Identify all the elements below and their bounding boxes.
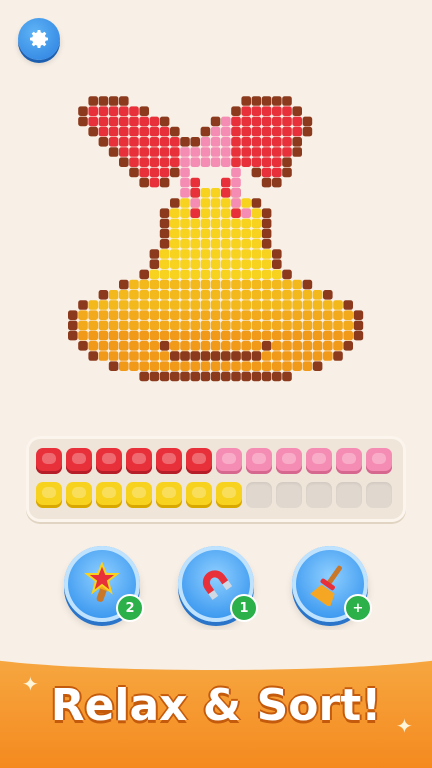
tray-row-top — [36, 448, 392, 474]
red-bead[interactable] — [186, 448, 212, 474]
pink-bead[interactable] — [306, 448, 332, 474]
tray-row-bottom — [36, 482, 392, 508]
yellow-bead[interactable] — [186, 482, 212, 508]
magic-wand-icon — [84, 562, 120, 602]
empty-slot[interactable] — [336, 482, 362, 508]
yellow-bead[interactable] — [96, 482, 122, 508]
pixel-art-canvas[interactable] — [0, 0, 432, 400]
empty-slot[interactable] — [306, 482, 332, 508]
promo-tagline: Relax & Sort! — [50, 680, 382, 731]
red-bead[interactable] — [36, 448, 62, 474]
empty-slot[interactable] — [276, 482, 302, 508]
yellow-bead[interactable] — [66, 482, 92, 508]
red-bead[interactable] — [96, 448, 122, 474]
broom-count-badge: + — [344, 594, 372, 622]
red-bead[interactable] — [126, 448, 152, 474]
magic-wand-count-badge: 2 — [116, 594, 144, 622]
pink-bead[interactable] — [276, 448, 302, 474]
empty-slot[interactable] — [366, 482, 392, 508]
sorting-tray[interactable] — [26, 436, 406, 522]
yellow-bead[interactable] — [126, 482, 152, 508]
pink-bead[interactable] — [366, 448, 392, 474]
magnet-count-badge: 1 — [230, 594, 258, 622]
empty-slot[interactable] — [246, 482, 272, 508]
broom-booster[interactable]: + — [292, 546, 372, 622]
yellow-bead[interactable] — [216, 482, 242, 508]
yellow-bead[interactable] — [36, 482, 62, 508]
red-bead[interactable] — [66, 448, 92, 474]
pink-bead[interactable] — [216, 448, 242, 474]
bell-artwork — [68, 96, 364, 382]
magic-wand-booster[interactable]: 2 — [64, 546, 144, 622]
yellow-bead[interactable] — [156, 482, 182, 508]
magnet-booster[interactable]: 1 — [178, 546, 258, 622]
red-bead[interactable] — [156, 448, 182, 474]
pink-bead[interactable] — [336, 448, 362, 474]
pink-bead[interactable] — [246, 448, 272, 474]
